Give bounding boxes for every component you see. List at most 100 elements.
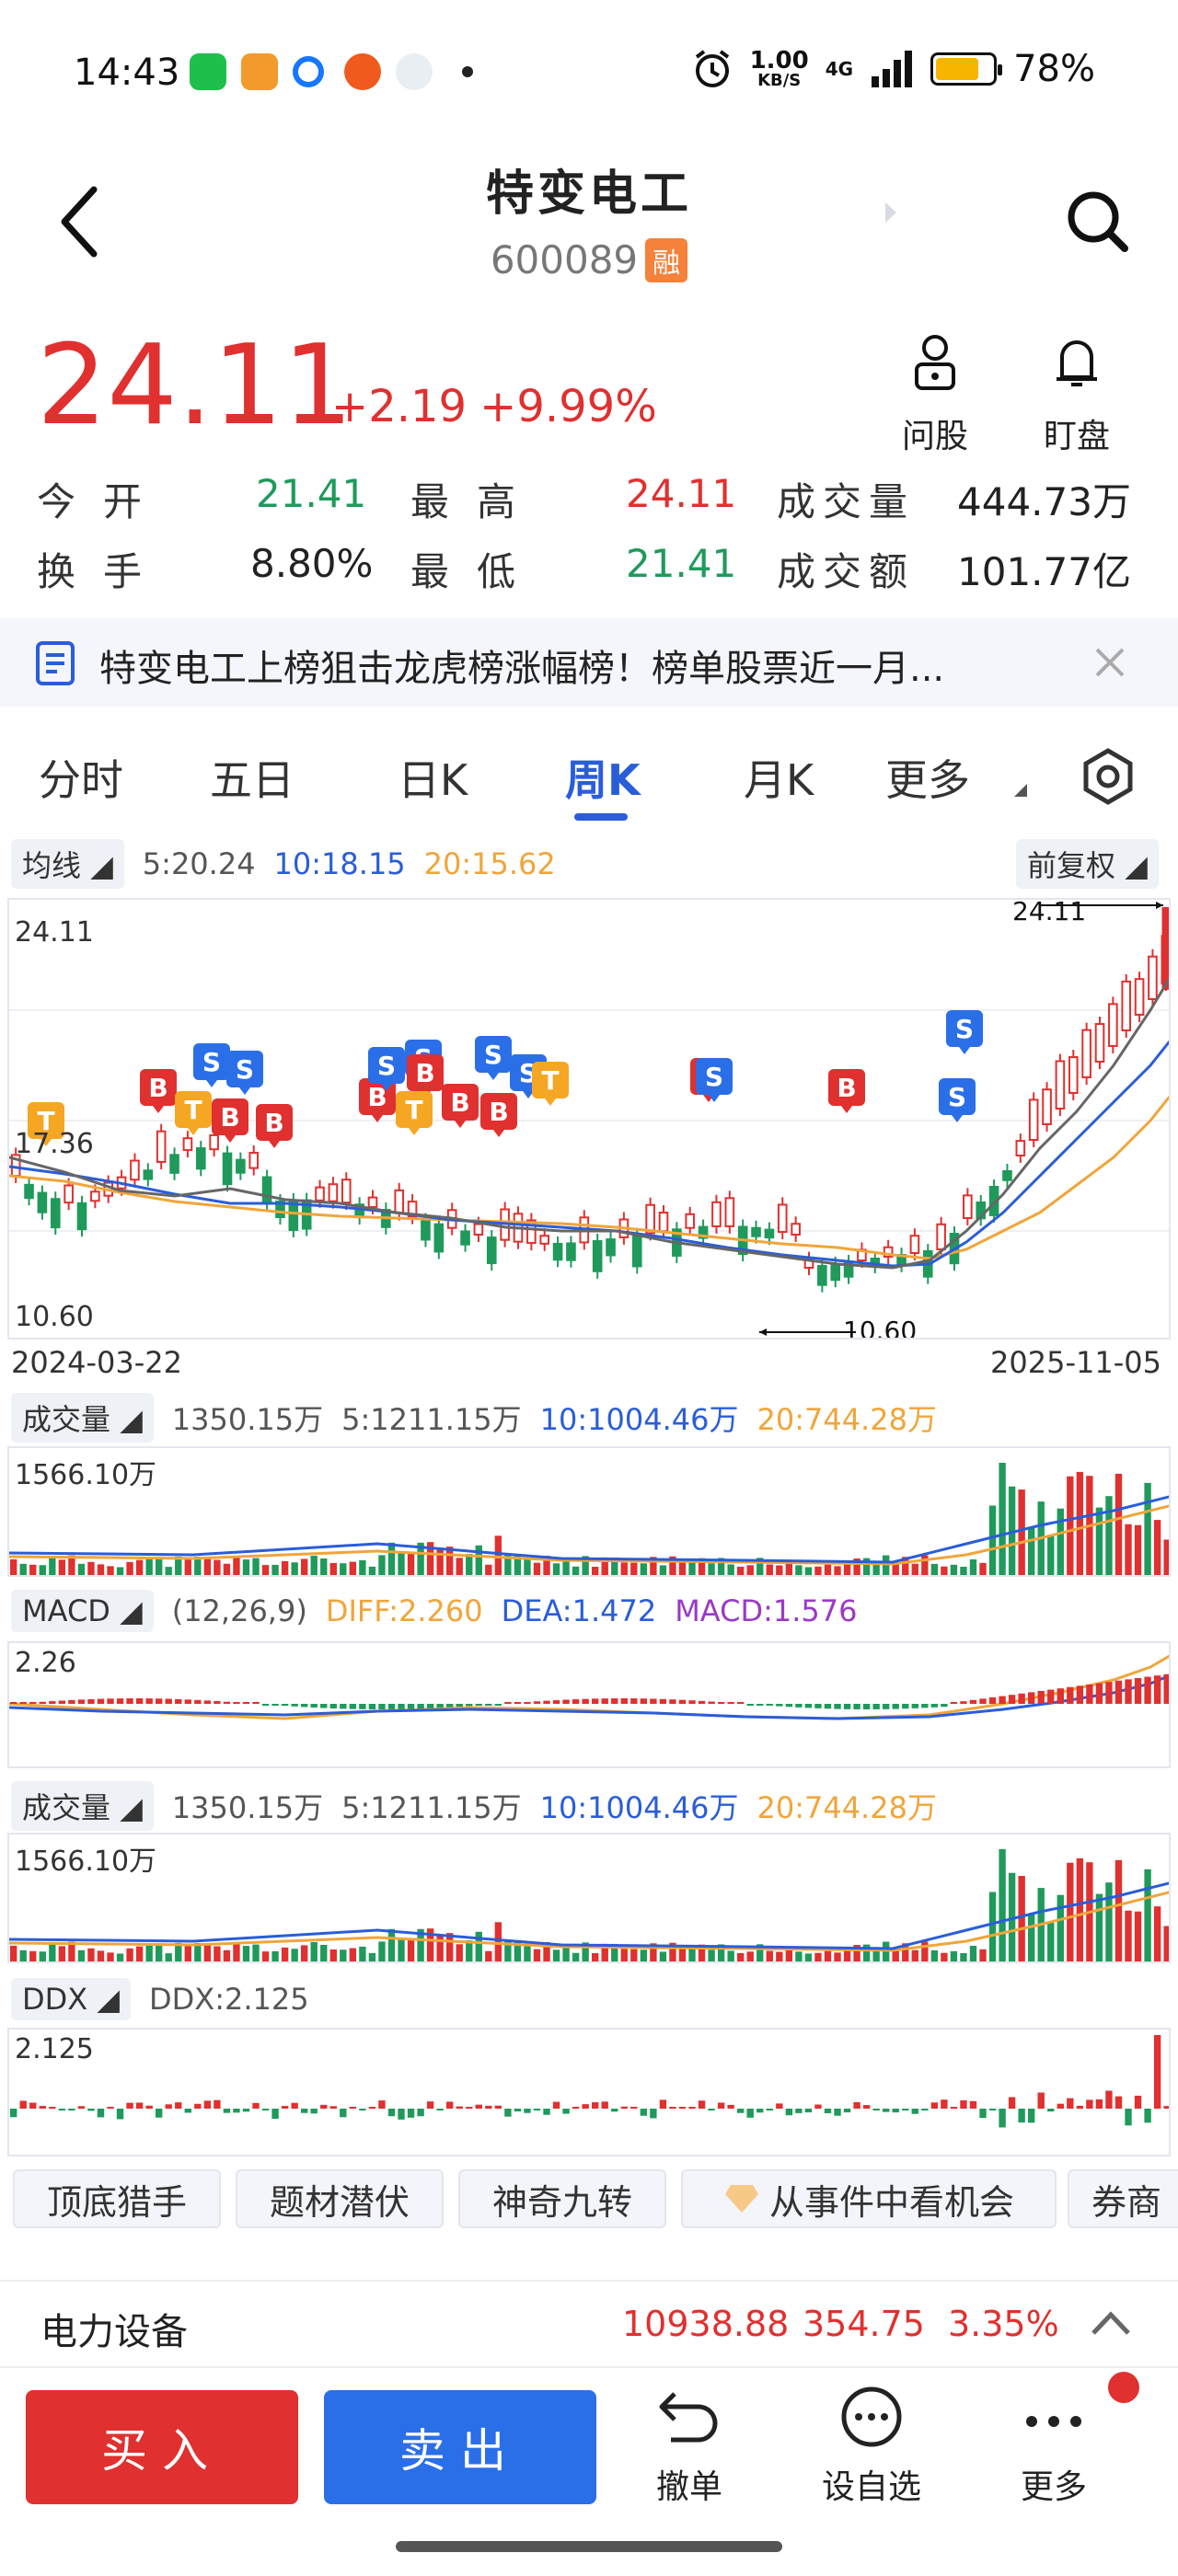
macd-selector[interactable]: MACD ◢ xyxy=(11,1590,154,1632)
add-watchlist-button[interactable]: 设自选 xyxy=(803,2385,941,2508)
volume-bar xyxy=(466,1940,473,1961)
tab-daily-k[interactable]: 日K xyxy=(398,747,468,808)
ddx-bar xyxy=(349,2107,357,2109)
candle xyxy=(685,1213,696,1229)
candle xyxy=(236,1158,246,1174)
volume-bar xyxy=(708,1949,715,1961)
watch-button[interactable]: 盯盘 xyxy=(1012,331,1141,457)
ddx-bar xyxy=(601,2101,608,2109)
news-banner[interactable]: 特变电工上榜狙击龙虎榜涨幅榜！榜单股票近一月... xyxy=(0,618,1178,707)
volume-bar xyxy=(58,1559,66,1575)
volume-selector-2[interactable]: 成交量 ◢ xyxy=(11,1781,154,1831)
search-button[interactable] xyxy=(1060,184,1134,258)
signal-marker-label: T xyxy=(405,1095,422,1125)
feature-event-opportunity[interactable]: 从事件中看机会 xyxy=(681,2169,1057,2228)
chevron-up-icon[interactable] xyxy=(1090,2309,1132,2337)
settings-icon[interactable] xyxy=(1079,747,1138,806)
tab-more[interactable]: 更多 xyxy=(885,747,970,808)
kline-y-mid: 17.36 xyxy=(15,1128,94,1160)
ma-selector[interactable]: 均线 ◢ xyxy=(11,839,124,889)
sector-pct: 3.35% xyxy=(948,2304,1059,2344)
macd-bar xyxy=(824,1704,832,1709)
macd-bar xyxy=(1134,1678,1142,1704)
volume-bar xyxy=(969,1945,977,1961)
volume-bar xyxy=(485,1950,492,1961)
macd-bar xyxy=(87,1698,95,1704)
ddx-bar xyxy=(466,2107,473,2109)
ddx-selector[interactable]: DDX ◢ xyxy=(11,1978,131,2020)
low-value: 21.41 xyxy=(626,541,737,586)
macd-bar xyxy=(1008,1695,1016,1704)
feature-broker[interactable]: 券商 xyxy=(1068,2169,1178,2228)
macd-bar xyxy=(29,1702,37,1704)
macd-bar xyxy=(116,1698,124,1704)
ddx-bar xyxy=(58,2109,66,2110)
volume-bar xyxy=(281,1947,289,1961)
volume-bar xyxy=(359,1559,366,1575)
tab-intraday[interactable]: 分时 xyxy=(39,747,123,808)
ddx-bar xyxy=(988,2109,997,2110)
kline-y-top: 24.11 xyxy=(15,916,94,949)
ma-legend-row: 均线 ◢ 5:20.24 10:18.15 20:15.62 xyxy=(0,839,1178,889)
volume-bar xyxy=(1018,1489,1025,1575)
ma20-value: 20:15.62 xyxy=(423,846,556,881)
tab-monthly-k[interactable]: 月K xyxy=(744,747,814,808)
adjust-selector[interactable]: 前复权 ◢ xyxy=(1016,839,1159,889)
signal-marker-label: S xyxy=(377,1051,396,1081)
battery-percent: 78% xyxy=(1013,48,1095,90)
cancel-order-button[interactable]: 撤单 xyxy=(620,2385,758,2508)
candle xyxy=(90,1190,100,1202)
macd-bar xyxy=(359,1704,366,1709)
volume-bar xyxy=(814,1566,822,1575)
high-value: 24.11 xyxy=(626,471,737,516)
candle xyxy=(143,1169,154,1180)
diamond-icon xyxy=(724,2185,758,2213)
macd-bar xyxy=(853,1704,860,1709)
volume-bar xyxy=(203,1944,212,1961)
candle xyxy=(963,1194,973,1219)
candle xyxy=(1121,980,1132,1031)
volume-chart[interactable]: 1566.10万 xyxy=(7,1446,1171,1577)
feature-bottom-hunter[interactable]: 顶底猎手 xyxy=(13,2169,221,2228)
amount-label: 成交额 xyxy=(777,549,916,594)
more-button[interactable]: 更多 xyxy=(985,2385,1123,2508)
sector-bar[interactable]: 电力设备 10938.88 354.75 3.35% xyxy=(0,2280,1178,2368)
candle xyxy=(50,1198,61,1229)
volume-bar xyxy=(1057,1894,1064,1961)
candle xyxy=(1015,1140,1026,1157)
volume-bar xyxy=(107,1952,114,1961)
more-circle-icon xyxy=(841,2386,902,2447)
next-stock-icon[interactable] xyxy=(882,199,900,226)
feature-theme[interactable]: 题材潜伏 xyxy=(236,2169,444,2228)
macd-bar xyxy=(291,1704,298,1707)
ddx-bar xyxy=(68,2109,75,2110)
macd-bar xyxy=(320,1704,328,1708)
ddx-bar xyxy=(446,2101,454,2109)
buy-button[interactable]: 买入 xyxy=(26,2390,298,2504)
volume-selector[interactable]: 成交量 ◢ xyxy=(11,1393,154,1443)
volume-chart-2[interactable]: 1566.10万 xyxy=(7,1833,1171,1963)
ddx-bar xyxy=(456,2106,463,2109)
macd-bar xyxy=(1028,1692,1035,1704)
ddx-bar xyxy=(19,2100,27,2109)
volume-bar xyxy=(911,1949,918,1961)
feature-nine-turn[interactable]: 神奇九转 xyxy=(458,2169,666,2228)
kline-chart[interactable]: TSSBTBBBSSBTBBSSTBSBSS 24.11 17.36 10.60… xyxy=(7,898,1171,1340)
candle xyxy=(64,1184,74,1204)
ddx-legend-row: DDX ◢ DDX:2.125 xyxy=(0,1978,1178,2020)
tab-five-day[interactable]: 五日 xyxy=(210,747,294,808)
macd-bar xyxy=(562,1699,570,1704)
tab-weekly-k[interactable]: 周K xyxy=(565,747,641,808)
ask-stock-button[interactable]: 问股 xyxy=(871,331,999,457)
ddx-bar xyxy=(97,2109,105,2118)
ddx-bar xyxy=(135,2102,144,2109)
ddx-bar xyxy=(145,2105,153,2109)
close-icon[interactable] xyxy=(1091,644,1128,681)
ddx-bar xyxy=(301,2109,308,2113)
volume-bars xyxy=(9,1463,1169,1575)
ddx-chart[interactable]: 2.125 xyxy=(7,2028,1171,2156)
macd-bar xyxy=(630,1698,638,1704)
macd-chart[interactable]: 2.26 xyxy=(7,1641,1171,1768)
sell-button[interactable]: 卖出 xyxy=(324,2390,596,2504)
macd-bar xyxy=(165,1698,172,1704)
